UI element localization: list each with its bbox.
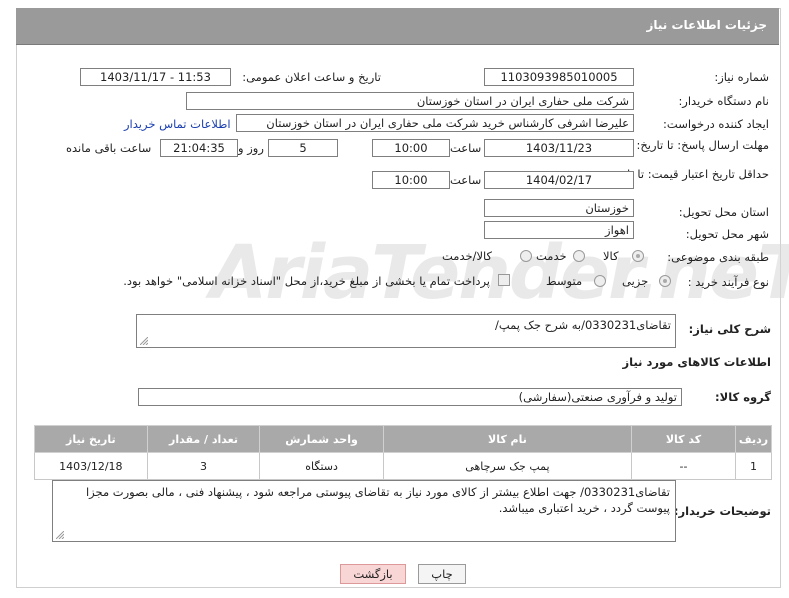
back-button[interactable]: بازگشت <box>340 564 406 584</box>
table-row: 1 -- پمپ جک سرچاهی دستگاه 3 1403/12/18 <box>34 452 773 480</box>
goods-group-field: تولید و فرآوری صنعتی(سفارشی) <box>138 388 682 406</box>
resize-grip-icon[interactable] <box>56 531 64 539</box>
category-both-label: کالا/خدمت <box>442 249 493 263</box>
buyer-org-label: نام دستگاه خریدار: <box>678 94 769 108</box>
buyer-notes-text: تقاضای0330231/ جهت اطلاع بیشتر از کالای … <box>85 485 670 515</box>
treasury-payment-note: پرداخت تمام یا بخشی از مبلغ خرید،از محل … <box>123 274 490 288</box>
description-textarea[interactable]: تقاضای0330231/به شرح جک پمپ/ <box>136 314 676 348</box>
col-code: کد کالا <box>631 425 736 453</box>
window-title: جزئیات اطلاعات نیاز <box>646 18 767 32</box>
category-both-radio[interactable] <box>520 250 532 262</box>
window-header: جزئیات اطلاعات نیاز <box>16 8 779 45</box>
reply-deadline-label: مهلت ارسال پاسخ: تا تاریخ: <box>636 138 769 152</box>
col-name: نام کالا <box>382 425 633 453</box>
province-label: استان محل تحویل: <box>678 205 769 219</box>
reply-time-field: 10:00 <box>372 139 450 157</box>
col-row: ردیف <box>734 425 773 453</box>
row-name: پمپ جک سرچاهی <box>382 452 633 480</box>
description-text: تقاضای0330231/به شرح جک پمپ/ <box>494 318 671 332</box>
col-qty: تعداد / مقدار <box>146 425 261 453</box>
category-goods-label: کالا <box>603 249 619 263</box>
category-service-radio[interactable] <box>573 250 585 262</box>
treasury-payment-checkbox[interactable] <box>498 274 510 286</box>
price-validity-date-field: 1404/02/17 <box>484 171 634 189</box>
buyer-org-field: شرکت ملی حفاری ایران در استان خوزستان <box>186 92 634 110</box>
process-type-label: نوع فرآیند خرید : <box>687 275 769 289</box>
price-validity-time-label: ساعت <box>450 173 482 187</box>
reply-time-label: ساعت <box>450 141 482 155</box>
description-label: شرح کلی نیاز: <box>688 322 771 336</box>
category-service-label: خدمت <box>536 249 567 263</box>
row-number: 1 <box>734 452 773 480</box>
creator-label: ایجاد کننده درخواست: <box>663 117 769 131</box>
col-date: تاریخ نیاز <box>34 425 148 453</box>
buyer-notes-textarea[interactable]: تقاضای0330231/ جهت اطلاع بیشتر از کالای … <box>52 480 676 542</box>
days-field: 5 <box>268 139 338 157</box>
category-label: طبقه بندی موضوعی: <box>667 250 769 264</box>
row-date: 1403/12/18 <box>34 452 148 480</box>
process-medium-label: متوسط <box>546 274 583 288</box>
price-validity-time-field: 10:00 <box>372 171 450 189</box>
days-label: روز و <box>238 141 264 155</box>
buyer-notes-label: توضیحات خریدار: <box>673 504 771 518</box>
category-goods-radio[interactable] <box>632 250 644 262</box>
remaining-time-field: 21:04:35 <box>160 139 238 157</box>
resize-grip-icon[interactable] <box>140 337 148 345</box>
city-field: اهواز <box>484 221 634 239</box>
announce-datetime-field: 1403/11/17 - 11:53 <box>80 68 231 86</box>
reply-date-field: 1403/11/23 <box>484 139 634 157</box>
need-number-field: 1103093985010005 <box>484 68 634 86</box>
creator-field: علیرضا اشرفی کارشناس خرید شرکت ملی حفاری… <box>236 114 634 132</box>
process-medium-radio[interactable] <box>594 275 606 287</box>
province-field: خوزستان <box>484 199 634 217</box>
goods-table-header: ردیف کد کالا نام کالا واحد شمارش تعداد /… <box>34 425 773 453</box>
row-qty: 3 <box>146 452 261 480</box>
goods-table: ردیف کد کالا نام کالا واحد شمارش تعداد /… <box>34 425 773 480</box>
goods-section-title: اطلاعات کالاهای مورد نیاز <box>622 355 771 369</box>
goods-group-label: گروه کالا: <box>715 390 771 404</box>
print-button[interactable]: چاپ <box>418 564 466 584</box>
col-unit: واحد شمارش <box>259 425 384 453</box>
row-code: -- <box>631 452 736 480</box>
price-validity-label: حداقل تاریخ اعتبار قیمت: تا تاریخ: <box>606 167 769 181</box>
remaining-time-label: ساعت باقی مانده <box>66 141 152 155</box>
process-minor-radio[interactable] <box>659 275 671 287</box>
process-minor-label: جزیی <box>622 274 649 288</box>
row-unit: دستگاه <box>259 452 384 480</box>
announce-datetime-label: تاریخ و ساعت اعلان عمومی: <box>242 70 381 84</box>
city-label: شهر محل تحویل: <box>685 227 769 241</box>
buyer-contact-link[interactable]: اطلاعات تماس خریدار <box>124 117 231 131</box>
need-number-label: شماره نیاز: <box>714 70 769 84</box>
